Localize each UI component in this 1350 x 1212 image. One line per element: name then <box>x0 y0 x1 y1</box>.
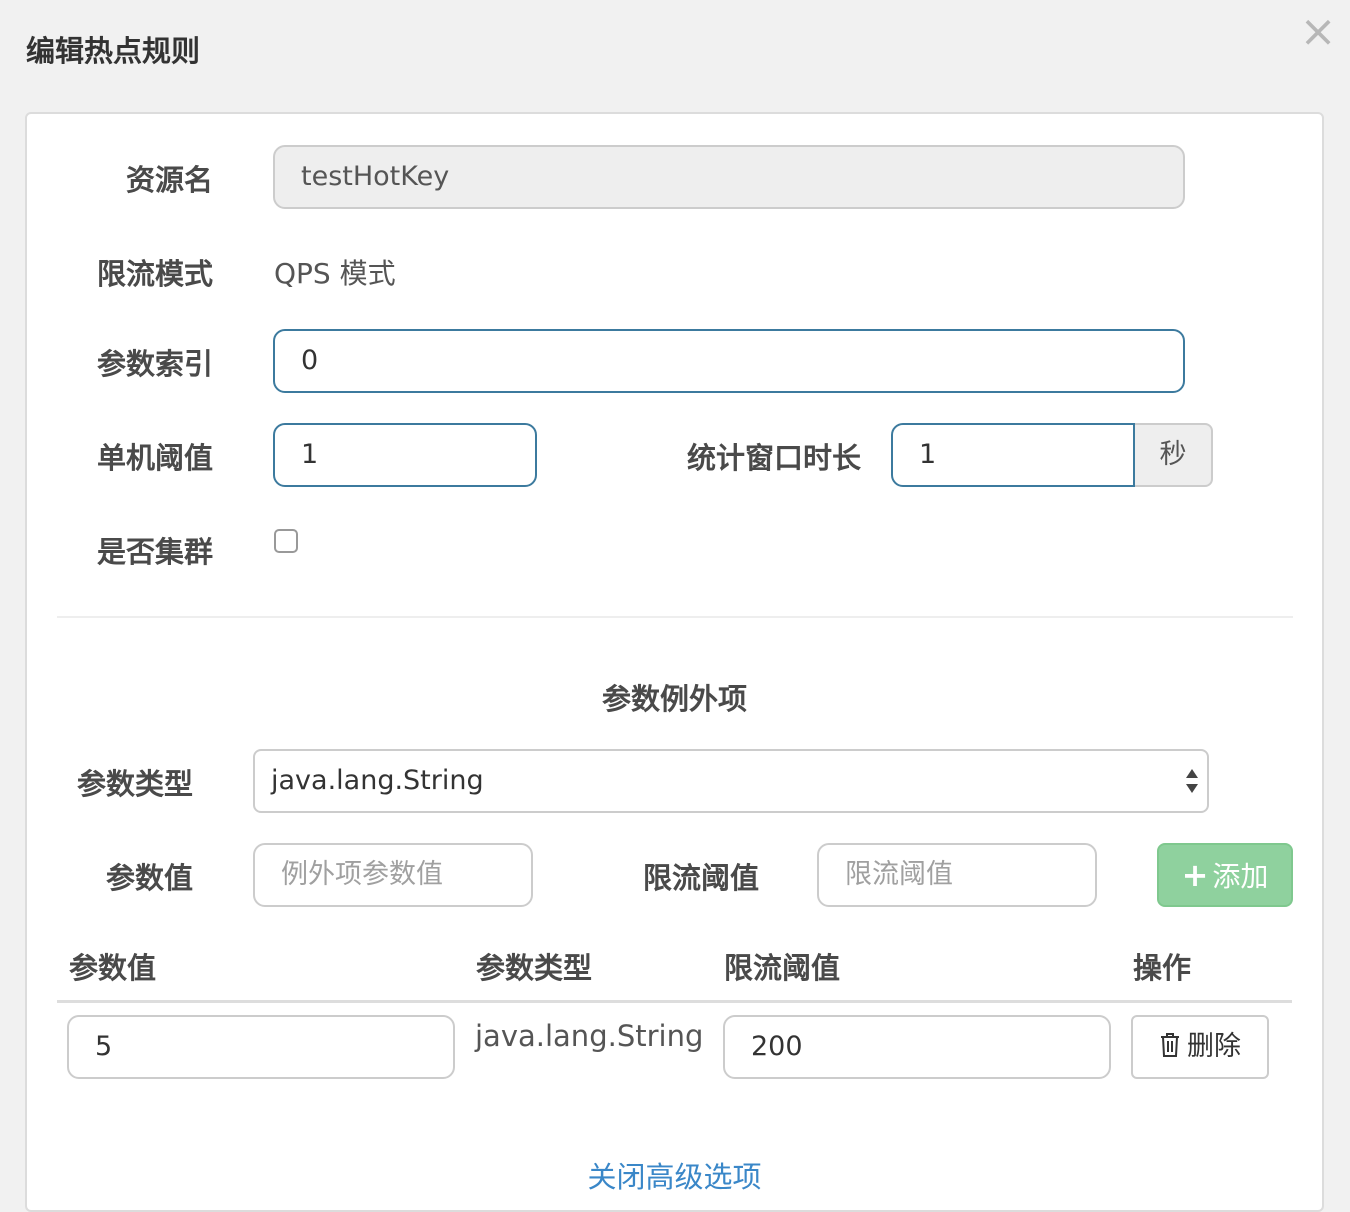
param-value-label: 参数值 <box>105 861 193 895</box>
param-type-selected: java.lang.String <box>271 765 484 796</box>
col-header-limit: 限流阈值 <box>724 951 841 985</box>
resource-label: 资源名 <box>125 163 213 197</box>
threshold-label: 单机阈值 <box>96 441 213 475</box>
col-header-action: 操作 <box>1133 951 1192 985</box>
delete-button[interactable]: 删除 <box>1131 1015 1269 1079</box>
param-index-input[interactable]: 0 <box>273 329 1185 393</box>
param-index-label: 参数索引 <box>96 347 213 381</box>
limit-label: 限流阈值 <box>642 861 759 895</box>
trash-icon <box>1161 1033 1179 1057</box>
row-param-value-input[interactable]: 5 <box>67 1015 455 1079</box>
cluster-label: 是否集群 <box>96 535 213 569</box>
col-header-param-type: 参数类型 <box>476 951 593 985</box>
mode-label: 限流模式 <box>96 257 213 291</box>
add-button-label: 添加 <box>1212 860 1269 893</box>
param-type-select[interactable]: java.lang.String <box>253 749 1209 813</box>
col-header-param-value: 参数值 <box>69 951 157 985</box>
delete-button-label: 删除 <box>1187 1031 1241 1062</box>
cluster-checkbox[interactable] <box>274 529 298 553</box>
row-limit-input[interactable]: 200 <box>723 1015 1111 1079</box>
mode-value: QPS 模式 <box>274 257 396 290</box>
section-divider <box>57 616 1293 618</box>
threshold-input[interactable]: 1 <box>273 423 537 487</box>
exceptions-section-title: 参数例外项 <box>601 682 747 716</box>
close-icon[interactable]: × <box>1296 10 1340 56</box>
select-arrows-icon <box>1186 769 1198 793</box>
window-input[interactable]: 1 <box>891 423 1135 487</box>
window-label: 统计窗口时长 <box>686 441 861 475</box>
window-unit-addon: 秒 <box>1135 423 1213 487</box>
dialog-title: 编辑热点规则 <box>26 34 201 68</box>
limit-input[interactable]: 限流阈值 <box>817 843 1097 907</box>
param-type-label: 参数类型 <box>76 767 193 801</box>
table-header-divider <box>57 1000 1292 1003</box>
row-param-type: java.lang.String <box>475 1019 704 1053</box>
plus-icon: + <box>1181 856 1209 894</box>
rule-form-panel: 资源名 testHotKey 限流模式 QPS 模式 参数索引 0 单机阈值 1… <box>25 112 1324 1212</box>
add-button[interactable]: + 添加 <box>1157 843 1293 907</box>
resource-input: testHotKey <box>273 145 1185 209</box>
param-value-input[interactable]: 例外项参数值 <box>253 843 533 907</box>
